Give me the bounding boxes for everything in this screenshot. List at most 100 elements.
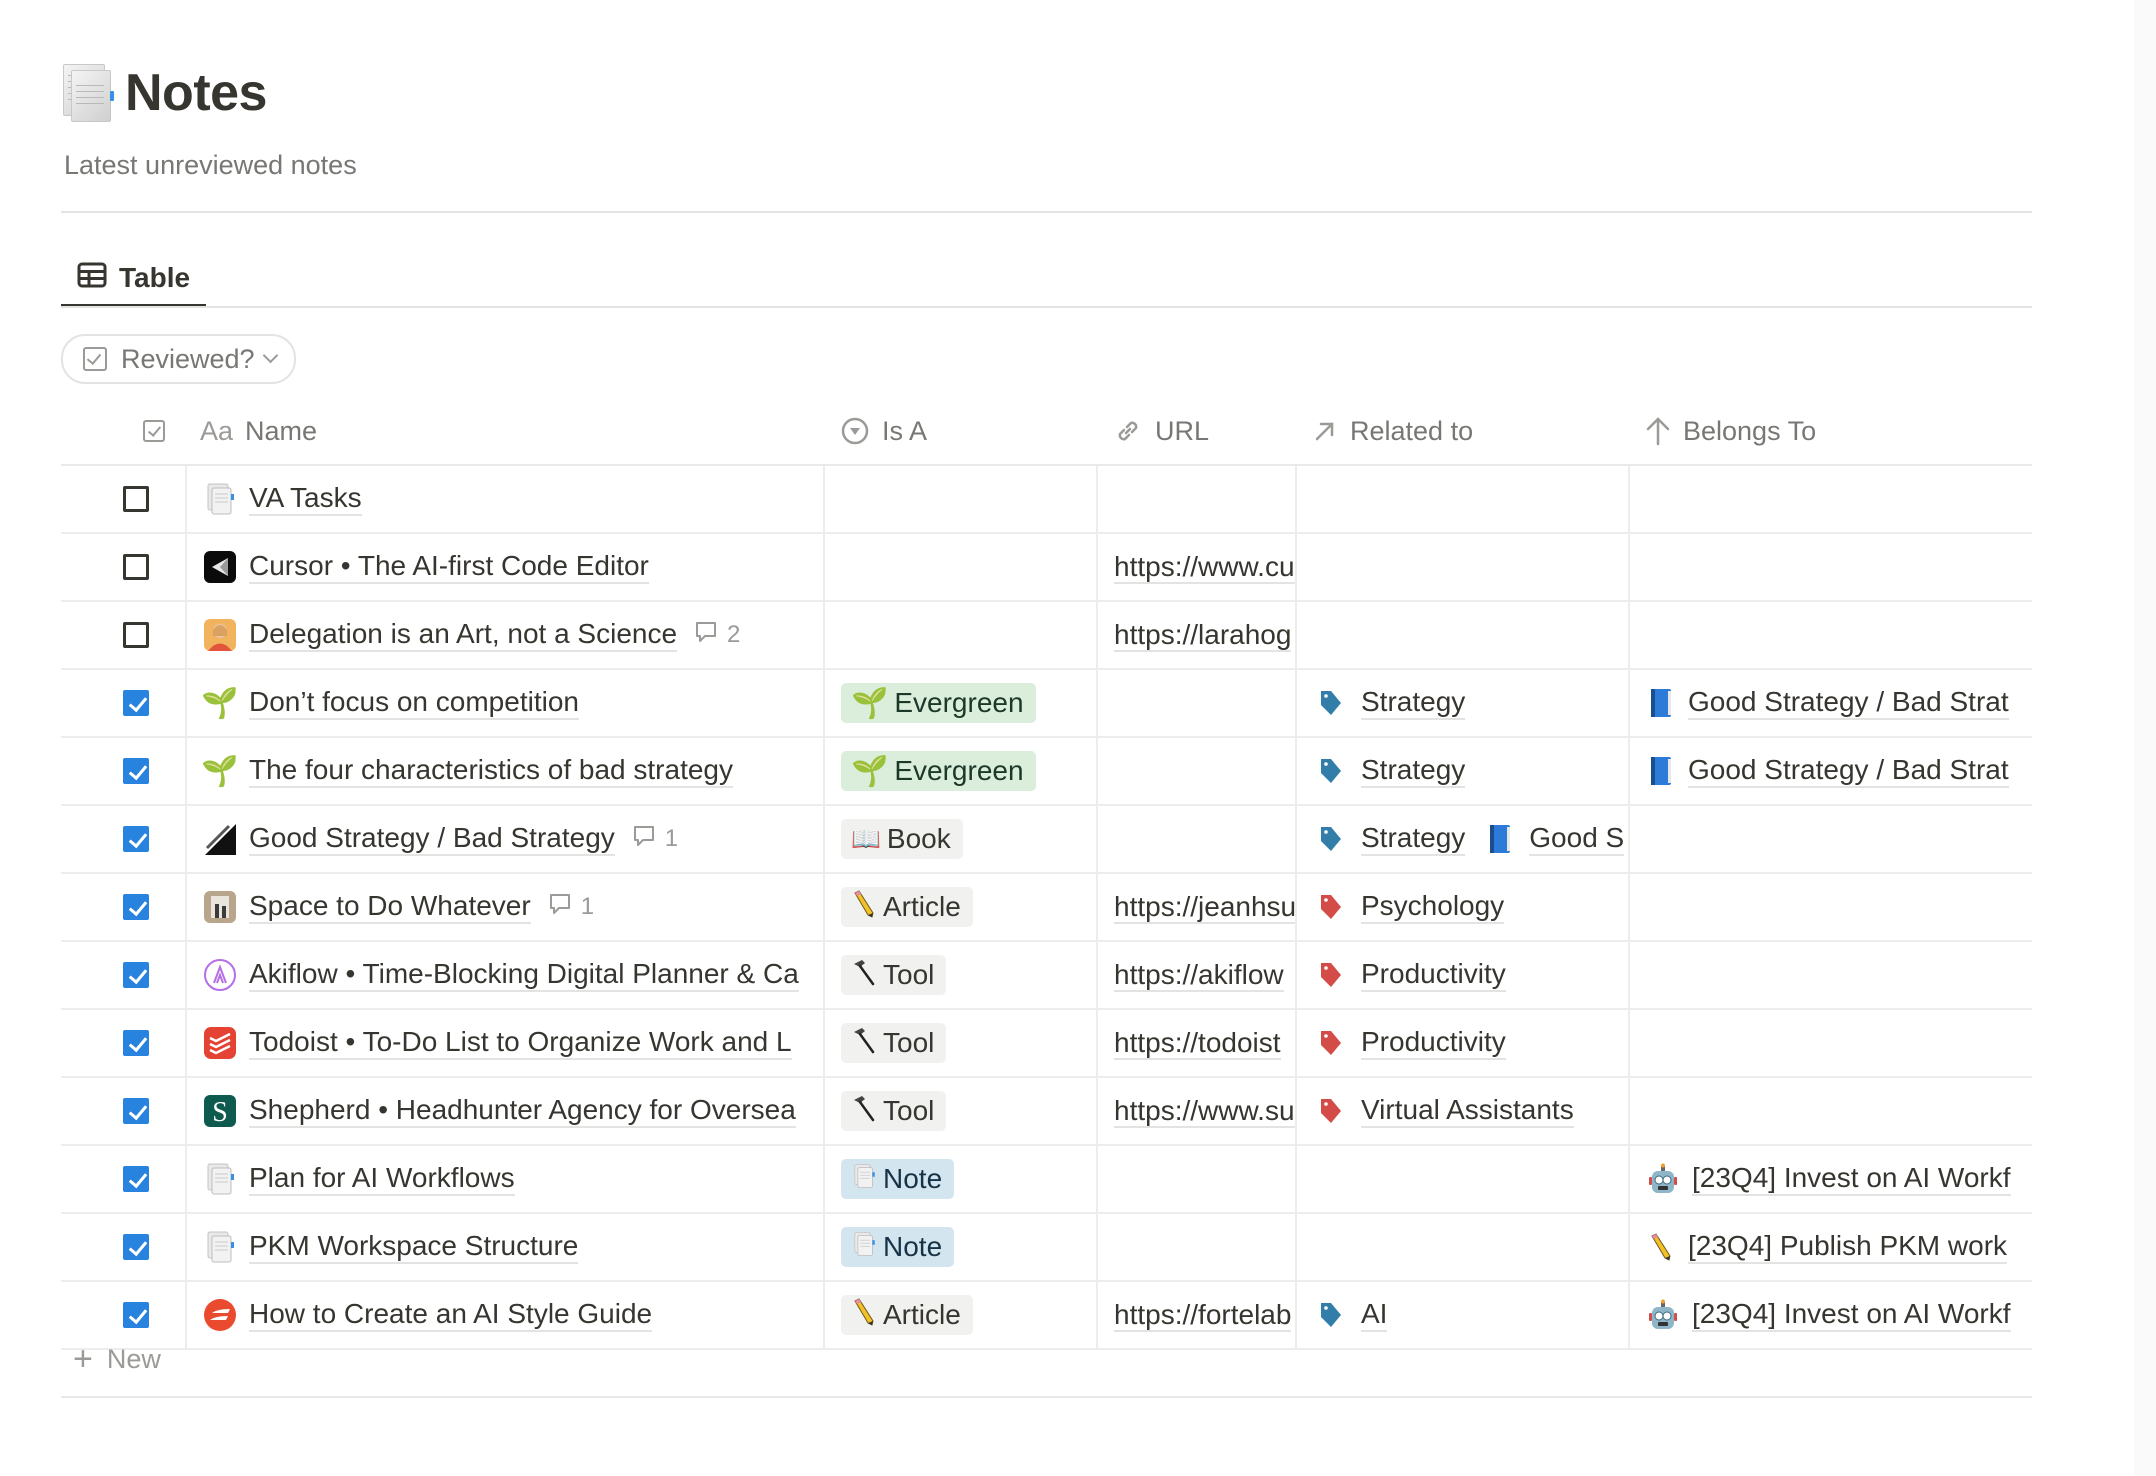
reviewed-checkbox[interactable]	[123, 962, 149, 988]
is-a-cell[interactable]: Note	[824, 1213, 1098, 1282]
related-page-link[interactable]: Productivity	[1317, 1026, 1506, 1061]
belongs-to-cell[interactable]: Good Strategy / Bad Strat	[1629, 669, 2032, 738]
url-link[interactable]: https://jeanhsu	[1114, 890, 1294, 924]
scrollbar[interactable]	[2134, 0, 2156, 1476]
url-cell[interactable]: https://www.su	[1097, 1077, 1297, 1146]
related-page-link[interactable]: Virtual Assistants	[1317, 1094, 1574, 1129]
note-title-link[interactable]: Plan for AI Workflows	[249, 1162, 515, 1197]
belongs-to-page-link[interactable]: Good Strategy / Bad Strat	[1648, 686, 2009, 721]
related-to-cell[interactable]	[1296, 533, 1630, 602]
belongs-to-cell[interactable]	[1629, 873, 2032, 942]
belongs-to-page-link[interactable]: [23Q4] Publish PKM work	[1648, 1230, 2008, 1265]
comment-count[interactable]: 1	[547, 891, 594, 924]
note-title-link[interactable]: PKM Workspace Structure	[249, 1230, 579, 1265]
is-a-cell[interactable]: Note	[824, 1145, 1098, 1214]
url-cell[interactable]	[1097, 1145, 1297, 1214]
related-page-link[interactable]: Strategy	[1317, 686, 1466, 721]
related-page-link[interactable]: Productivity	[1317, 958, 1506, 993]
add-new-row-button[interactable]: + New	[61, 1322, 2032, 1398]
related-page-link[interactable]: Strategy	[1317, 754, 1466, 789]
belongs-to-cell[interactable]	[1629, 601, 2032, 670]
reviewed-checkbox[interactable]	[123, 758, 149, 784]
related-to-cell[interactable]: Productivity	[1296, 941, 1630, 1010]
document-icon[interactable]	[63, 64, 115, 122]
url-cell[interactable]	[1097, 805, 1297, 874]
related-page-link[interactable]: Good S	[1487, 822, 1625, 857]
is-a-cell[interactable]: Tool	[824, 1077, 1098, 1146]
url-cell[interactable]: https://www.cu	[1097, 533, 1297, 602]
reviewed-checkbox[interactable]	[123, 486, 149, 512]
note-title-link[interactable]: The four characteristics of bad strategy	[249, 754, 733, 789]
note-title-link[interactable]: VA Tasks	[249, 482, 362, 517]
column-header-related-to[interactable]: Related to	[1296, 398, 1629, 466]
url-cell[interactable]	[1097, 669, 1297, 738]
belongs-to-cell[interactable]	[1629, 1077, 2032, 1146]
is-a-cell[interactable]	[824, 465, 1098, 534]
is-a-cell[interactable]	[824, 533, 1098, 602]
related-to-cell[interactable]	[1296, 1213, 1630, 1282]
is-a-cell[interactable]: 🌱 Evergreen	[824, 669, 1098, 738]
belongs-to-cell[interactable]	[1629, 805, 2032, 874]
related-to-cell[interactable]: Strategy	[1296, 669, 1630, 738]
comment-count[interactable]: 2	[693, 619, 740, 652]
url-link[interactable]: https://larahog	[1114, 618, 1292, 652]
column-header-name[interactable]: Aa Name	[186, 398, 824, 466]
url-link[interactable]: https://www.cu	[1114, 550, 1294, 584]
reviewed-checkbox[interactable]	[123, 826, 149, 852]
note-title-link[interactable]: Cursor • The AI-first Code Editor	[249, 550, 649, 585]
url-cell[interactable]: https://larahog	[1097, 601, 1297, 670]
url-cell[interactable]	[1097, 737, 1297, 806]
note-title-link[interactable]: Don’t focus on competition	[249, 686, 579, 721]
is-a-cell[interactable]: Tool	[824, 941, 1098, 1010]
belongs-to-cell[interactable]: [23Q4] Invest on AI Workf	[1629, 1145, 2032, 1214]
url-link[interactable]: https://akiflow	[1114, 958, 1284, 992]
belongs-to-cell[interactable]: [23Q4] Publish PKM work	[1629, 1213, 2032, 1282]
url-cell[interactable]: https://todoist	[1097, 1009, 1297, 1078]
column-header-url[interactable]: URL	[1097, 398, 1296, 466]
related-to-cell[interactable]	[1296, 601, 1630, 670]
reviewed-checkbox[interactable]	[123, 1234, 149, 1260]
url-link[interactable]: https://todoist	[1114, 1026, 1281, 1060]
url-cell[interactable]	[1097, 465, 1297, 534]
note-title-link[interactable]: Delegation is an Art, not a Science	[249, 618, 678, 653]
is-a-cell[interactable]: Tool	[824, 1009, 1098, 1078]
related-to-cell[interactable]: Productivity	[1296, 1009, 1630, 1078]
reviewed-checkbox[interactable]	[123, 894, 149, 920]
note-title-link[interactable]: Akiflow • Time-Blocking Digital Planner …	[249, 958, 799, 993]
reviewed-checkbox[interactable]	[123, 622, 149, 648]
related-to-cell[interactable]: Strategy Good S	[1296, 805, 1630, 874]
url-cell[interactable]	[1097, 1213, 1297, 1282]
reviewed-checkbox[interactable]	[123, 1166, 149, 1192]
url-cell[interactable]: https://jeanhsu	[1097, 873, 1297, 942]
reviewed-checkbox[interactable]	[123, 554, 149, 580]
comment-count[interactable]: 1	[631, 823, 678, 856]
belongs-to-cell[interactable]	[1629, 533, 2032, 602]
reviewed-filter-button[interactable]: Reviewed?	[61, 334, 296, 384]
url-cell[interactable]: https://akiflow	[1097, 941, 1297, 1010]
note-title-link[interactable]: Shepherd • Headhunter Agency for Oversea	[249, 1094, 796, 1129]
column-header-is-a[interactable]: Is A	[824, 398, 1097, 466]
column-header-belongs-to[interactable]: Belongs To	[1629, 398, 2032, 466]
belongs-to-cell[interactable]	[1629, 941, 2032, 1010]
note-title-link[interactable]: Space to Do Whatever	[249, 890, 531, 925]
related-page-link[interactable]: Psychology	[1317, 890, 1505, 925]
belongs-to-cell[interactable]	[1629, 1009, 2032, 1078]
is-a-cell[interactable]: 📖 Book	[824, 805, 1098, 874]
related-to-cell[interactable]	[1296, 465, 1630, 534]
url-link[interactable]: https://www.su	[1114, 1094, 1294, 1128]
page-title[interactable]: Notes	[125, 63, 267, 123]
reviewed-checkbox[interactable]	[123, 1030, 149, 1056]
tab-table[interactable]: Table	[61, 250, 207, 308]
belongs-to-cell[interactable]: Good Strategy / Bad Strat	[1629, 737, 2032, 806]
belongs-to-page-link[interactable]: [23Q4] Invest on AI Workf	[1648, 1162, 2011, 1197]
belongs-to-cell[interactable]	[1629, 465, 2032, 534]
is-a-cell[interactable]: 🌱 Evergreen	[824, 737, 1098, 806]
is-a-cell[interactable]: Article	[824, 873, 1098, 942]
reviewed-checkbox[interactable]	[123, 1098, 149, 1124]
reviewed-checkbox[interactable]	[123, 690, 149, 716]
related-to-cell[interactable]: Virtual Assistants	[1296, 1077, 1630, 1146]
column-header-reviewed[interactable]	[61, 398, 186, 466]
related-to-cell[interactable]: Strategy	[1296, 737, 1630, 806]
related-page-link[interactable]: Strategy	[1317, 822, 1466, 857]
related-to-cell[interactable]	[1296, 1145, 1630, 1214]
